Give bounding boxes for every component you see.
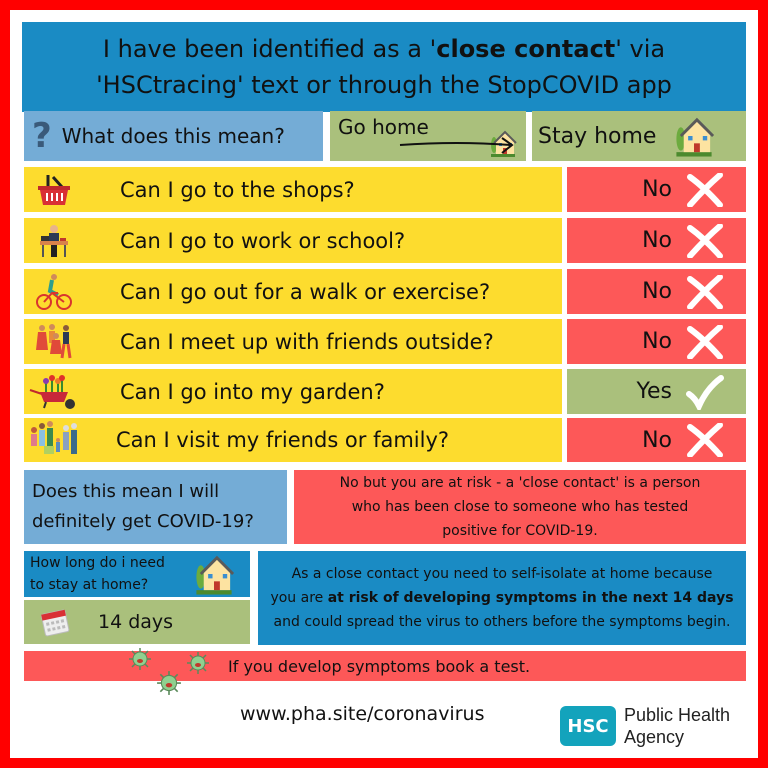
self-isolate-info: As a close contact you need to self-isol… (258, 551, 746, 645)
cross-icon (684, 220, 726, 262)
wheelbarrow-flowers-icon (24, 369, 84, 414)
pha-logo: HSC Public Health Agency (560, 700, 730, 752)
info-line: As a close contact you need to self-isol… (291, 566, 713, 582)
infographic-canvas: I have been identified as a 'close conta… (10, 10, 758, 758)
family-icon (24, 418, 84, 463)
answer-line: No but you are at risk - a 'close contac… (339, 475, 701, 491)
shopping-basket-icon (24, 167, 84, 212)
website-link[interactable]: www.pha.site/coronavirus (240, 703, 484, 725)
answer-text: No (642, 427, 672, 453)
info-text: you are (270, 590, 328, 606)
info-line: you are at risk of developing symptoms i… (270, 586, 733, 610)
website-url[interactable]: www.pha.site/coronavirus (240, 703, 484, 725)
cross-icon (684, 169, 726, 211)
header-bold-text: close contact (436, 35, 616, 63)
question-line: How long do i need (30, 555, 165, 571)
pha-logo-line: Agency (624, 727, 685, 747)
pha-logo-text: Public Health Agency (624, 704, 730, 748)
what-does-this-mean-box: ? What does this mean? (24, 111, 323, 161)
virus-icon (129, 648, 151, 670)
check-icon (684, 371, 726, 413)
office-worker-icon (24, 218, 84, 263)
question-row: Can I go out for a walk or exercise? (24, 269, 562, 314)
definitely-get-covid-answer: No but you are at risk - a 'close contac… (294, 470, 746, 544)
question-line: Does this mean I will (32, 481, 220, 502)
hsc-badge-text: HSC (567, 715, 609, 737)
question-text: Can I go out for a walk or exercise? (120, 279, 491, 304)
answer-cell: No (567, 418, 746, 462)
header-line-1: I have been identified as a 'close conta… (103, 31, 665, 67)
answer-line: positive for COVID-19. (442, 523, 598, 539)
answer-cell: Yes (567, 369, 746, 414)
info-bold-text: at risk of developing symptoms in the ne… (327, 590, 734, 606)
answer-text: No (642, 228, 672, 253)
question-text: Can I go to the shops? (120, 177, 355, 202)
answer-text: No (642, 279, 672, 304)
cyclist-icon (24, 269, 84, 314)
cross-icon (684, 419, 726, 461)
answer-cell: No (567, 218, 746, 263)
question-text: Can I go to work or school? (120, 228, 406, 253)
question-row: Can I meet up with friends outside? (24, 319, 562, 364)
hsc-badge: HSC (560, 706, 616, 746)
header-text: ' via (615, 35, 666, 63)
info-line: and could spread the virus to others bef… (273, 614, 731, 630)
answer-text: Yes (636, 379, 672, 404)
definitely-get-covid-question: Does this mean I will definitely get COV… (24, 470, 287, 544)
arrow-icon (399, 137, 514, 154)
question-text: Can I go into my garden? (120, 379, 385, 404)
cross-icon (684, 321, 726, 363)
virus-icon (187, 652, 209, 674)
house-icon (676, 117, 715, 157)
question-row: Can I go to the shops? (24, 167, 562, 212)
answer-text: No (642, 329, 672, 354)
what-does-this-mean-label: What does this mean? (61, 124, 285, 148)
how-long-question: How long do i need to stay at home? (24, 551, 250, 597)
how-long-answer: 14 days (24, 600, 250, 644)
question-row: Can I go into my garden? (24, 369, 562, 414)
answer-line: who has been close to someone who has te… (351, 499, 689, 515)
answer-cell: No (567, 319, 746, 364)
question-text: Can I meet up with friends outside? (120, 329, 494, 354)
go-home-box: Go home (330, 111, 526, 161)
cross-icon (684, 271, 726, 313)
friends-group-icon (24, 319, 84, 364)
header-line-2: 'HSCtracing' text or through the StopCOV… (96, 71, 672, 99)
calendar-icon (41, 609, 70, 637)
answer-cell: No (567, 167, 746, 212)
header-banner: I have been identified as a 'close conta… (22, 22, 746, 112)
answer-text: No (642, 177, 672, 202)
virus-icon (157, 671, 181, 695)
question-text: Can I visit my friends or family? (116, 428, 450, 452)
header-text: I have been identified as a ' (102, 35, 437, 63)
duration-text: 14 days (98, 611, 174, 633)
stay-home-box: Stay home (532, 111, 746, 161)
question-row: Can I go to work or school? (24, 218, 562, 263)
question-line: to stay at home? (30, 577, 149, 593)
stay-home-label: Stay home (538, 123, 657, 149)
symptoms-text: If you develop symptoms book a test. (228, 656, 531, 676)
pha-logo-line: Public Health (624, 705, 731, 725)
house-icon (196, 555, 235, 595)
answer-cell: No (567, 269, 746, 314)
question-mark-icon: ? (32, 116, 52, 156)
question-row: Can I visit my friends or family? (24, 418, 562, 462)
question-line: definitely get COVID-19? (32, 511, 254, 532)
